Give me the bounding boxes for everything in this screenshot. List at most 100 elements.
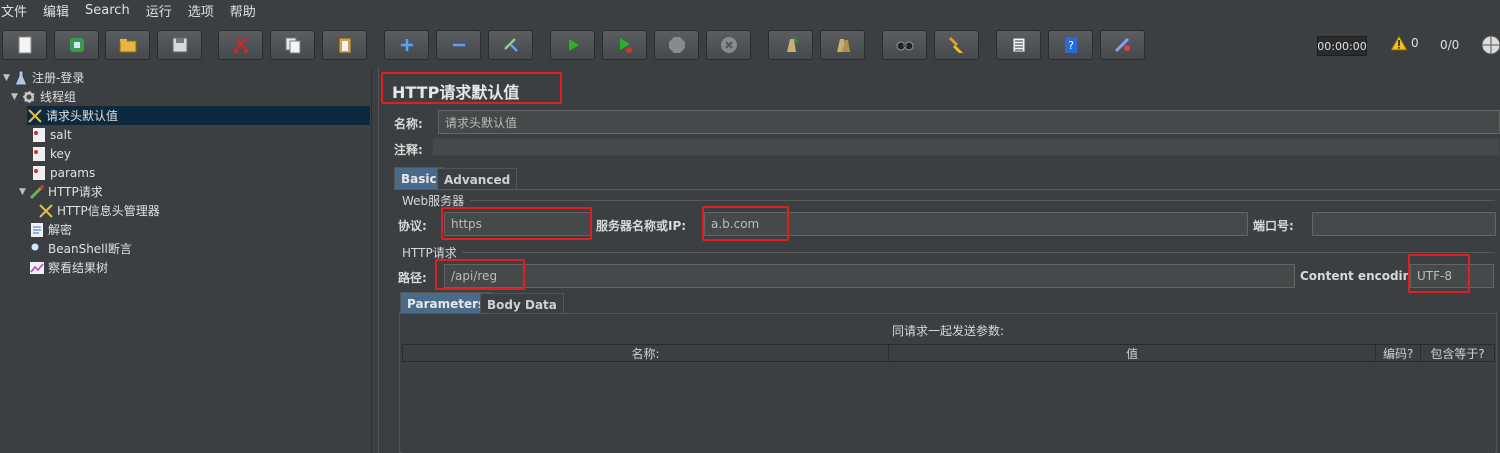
tree-item-label: 注册-登录 <box>32 71 85 85</box>
search-button[interactable] <box>882 30 927 60</box>
warning-indicator[interactable]: 0 <box>1390 35 1419 51</box>
cut-button[interactable] <box>218 30 263 60</box>
save-icon <box>172 37 187 53</box>
tree-item-label: key <box>50 146 72 161</box>
templates-icon <box>69 38 84 52</box>
function-helper-icon <box>1012 37 1025 53</box>
remote-button[interactable] <box>1100 30 1145 60</box>
tree-item-label: 察看结果树 <box>48 261 109 275</box>
stop-button[interactable] <box>654 30 699 60</box>
paste-button[interactable] <box>322 30 367 60</box>
tree-item-label: salt <box>50 127 72 142</box>
collapse-arrow-icon[interactable]: ▼ <box>19 187 29 197</box>
menu-edit[interactable]: 编辑 <box>43 1 69 20</box>
function-helper-button[interactable] <box>996 30 1041 60</box>
name-field[interactable]: 请求头默认值 <box>438 110 1500 134</box>
server-field[interactable]: a.b.com <box>704 212 1248 236</box>
tree-item-results-tree[interactable]: 察看结果树 <box>29 258 108 277</box>
menu-help[interactable]: 帮助 <box>230 1 256 20</box>
tab-advanced[interactable]: Advanced <box>437 168 518 190</box>
remote-status-icon <box>1481 35 1500 55</box>
add-icon <box>400 39 413 51</box>
tree-item-salt[interactable]: salt <box>31 125 72 144</box>
add-button[interactable] <box>384 30 429 60</box>
sampler-icon <box>29 184 44 199</box>
tree-item-label: HTTP信息头管理器 <box>57 204 160 218</box>
group-line <box>470 200 1495 201</box>
tab-body-data[interactable]: Body Data <box>480 293 564 315</box>
test-plan-tree[interactable]: ▼ 注册-登录 ▼ 线程组 请求头默认值 salt key params ▼ H… <box>0 67 370 453</box>
tab-divider <box>394 189 1500 190</box>
tab-parameters[interactable]: Parameters <box>400 292 493 314</box>
tree-item-decrypt[interactable]: 解密 <box>29 220 72 239</box>
column-encode[interactable]: 编码? <box>1376 345 1422 361</box>
web-server-group-title: Web服务器 <box>402 194 465 208</box>
new-button[interactable] <box>2 30 47 60</box>
tree-item-beanshell-assertion[interactable]: BeanShell断言 <box>29 239 132 258</box>
port-label: 端口号: <box>1253 219 1294 233</box>
tree-item-label: params <box>50 165 96 180</box>
protocol-field[interactable]: https <box>444 212 592 236</box>
clear-all-button[interactable] <box>820 30 865 60</box>
toolbar: ? 00:00:00 0 0/0 <box>0 22 1500 68</box>
tree-item-label: 请求头默认值 <box>46 109 119 123</box>
clear-button[interactable] <box>768 30 813 60</box>
column-name[interactable]: 名称: <box>403 345 890 361</box>
copy-icon <box>285 37 300 54</box>
tree-item-params[interactable]: params <box>31 163 95 182</box>
column-include-equals[interactable]: 包含等于? <box>1421 345 1494 361</box>
tree-item-label: HTTP请求 <box>48 185 103 199</box>
toggle-button[interactable] <box>488 30 533 60</box>
parameters-table-header: 名称: 值 编码? 包含等于? <box>402 344 1495 362</box>
tree-item-label: BeanShell断言 <box>48 242 132 256</box>
reset-search-icon <box>948 36 963 53</box>
preprocessor-icon <box>31 222 43 237</box>
warning-icon <box>1390 35 1408 51</box>
tree-item-key[interactable]: key <box>31 144 71 163</box>
collapse-arrow-icon[interactable]: ▼ <box>3 73 13 83</box>
config-element-icon <box>39 203 53 218</box>
shutdown-button[interactable] <box>706 30 751 60</box>
parameters-table-body[interactable] <box>402 362 1495 453</box>
start-button[interactable] <box>550 30 595 60</box>
open-button[interactable] <box>105 30 150 60</box>
comment-field[interactable] <box>432 138 1500 156</box>
copy-button[interactable] <box>270 30 315 60</box>
menu-run[interactable]: 运行 <box>146 1 172 20</box>
clear-icon <box>786 36 799 52</box>
tree-item-http-request[interactable]: ▼ HTTP请求 <box>19 182 103 201</box>
tree-item-request-defaults[interactable]: 请求头默认值 <box>27 106 370 125</box>
comment-label: 注释: <box>394 143 423 157</box>
test-plan-icon <box>14 70 28 85</box>
remote-icon <box>1114 37 1130 53</box>
reset-search-button[interactable] <box>934 30 979 60</box>
help-button[interactable]: ? <box>1048 30 1093 60</box>
menu-file[interactable]: 文件 <box>1 1 27 20</box>
protocol-label: 协议: <box>398 219 427 233</box>
start-no-pause-icon <box>619 38 632 53</box>
splitter[interactable] <box>371 67 379 453</box>
warning-count: 0 <box>1411 36 1419 50</box>
port-field[interactable] <box>1312 212 1496 236</box>
start-no-pause-button[interactable] <box>602 30 647 60</box>
column-value[interactable]: 值 <box>889 345 1377 361</box>
page-title: HTTP请求默认值 <box>392 83 520 102</box>
tree-item-label: 线程组 <box>40 90 77 104</box>
elapsed-timer: 00:00:00 <box>1317 36 1367 56</box>
encoding-field[interactable]: UTF-8 <box>1410 264 1494 288</box>
tree-item-header-manager[interactable]: HTTP信息头管理器 <box>38 201 160 220</box>
variable-icon <box>33 127 45 142</box>
remove-button[interactable] <box>436 30 481 60</box>
menu-options[interactable]: 选项 <box>188 1 214 20</box>
path-field[interactable]: /api/reg <box>444 264 1295 288</box>
save-button[interactable] <box>157 30 202 60</box>
active-threads: 0/0 <box>1440 38 1460 52</box>
tree-item-test-plan[interactable]: ▼ 注册-登录 <box>3 68 84 87</box>
group-line <box>462 252 1495 253</box>
toggle-icon <box>503 38 518 52</box>
variable-icon <box>33 165 45 180</box>
menu-search[interactable]: Search <box>85 3 130 18</box>
tree-item-thread-group[interactable]: ▼ 线程组 <box>11 87 76 106</box>
collapse-arrow-icon[interactable]: ▼ <box>11 92 21 102</box>
templates-button[interactable] <box>54 30 99 60</box>
